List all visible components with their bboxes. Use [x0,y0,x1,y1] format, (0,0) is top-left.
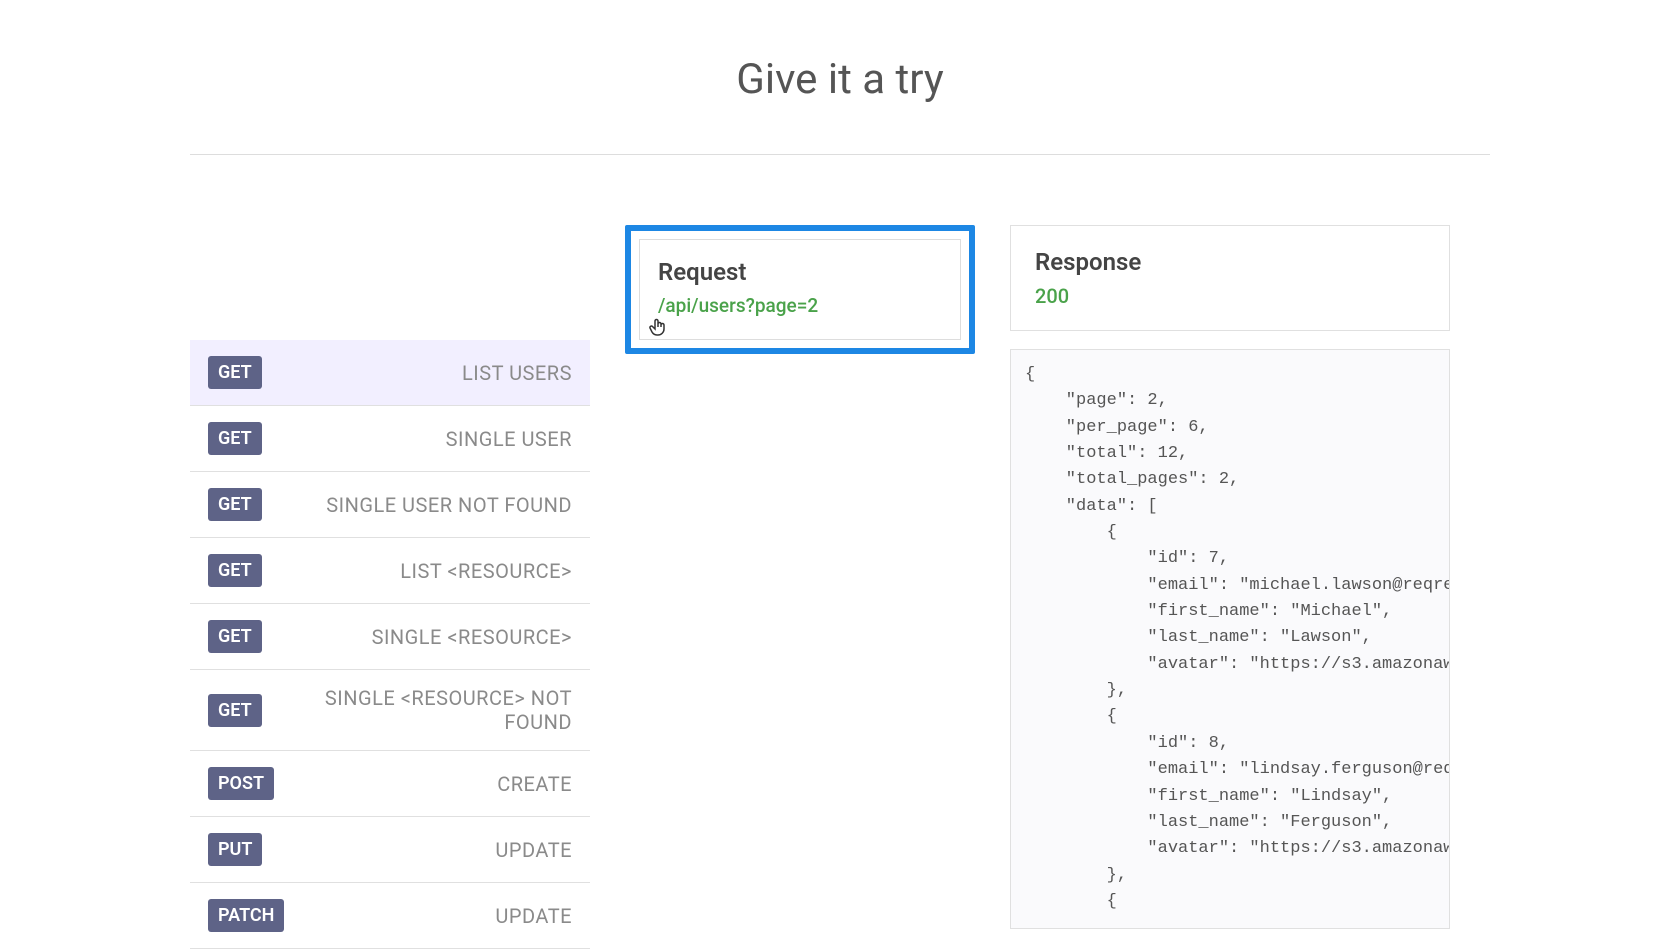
endpoint-label: UPDATE [262,838,572,862]
endpoint-label: SINGLE <RESOURCE> [262,625,572,649]
method-badge: GET [208,356,262,389]
method-badge: PATCH [208,899,284,932]
response-body[interactable]: { "page": 2, "per_page": 6, "total": 12,… [1010,349,1450,929]
endpoint-row-2[interactable]: GETSINGLE USER NOT FOUND [190,472,590,538]
method-badge: GET [208,422,262,455]
endpoint-label: LIST <RESOURCE> [262,559,572,583]
method-badge: GET [208,488,262,521]
endpoint-row-4[interactable]: GETSINGLE <RESOURCE> [190,604,590,670]
response-header: Response 200 [1010,225,1450,331]
endpoints-list: GETLIST USERSGETSINGLE USERGETSINGLE USE… [190,225,590,949]
endpoint-label: UPDATE [284,904,572,928]
request-card[interactable]: Request /api/users?page=2 [625,225,975,354]
endpoint-label: SINGLE USER [262,427,572,451]
endpoint-row-0[interactable]: GETLIST USERS [190,340,590,406]
method-badge: GET [208,554,262,587]
endpoint-label: CREATE [274,772,572,796]
hand-cursor-icon [648,317,668,347]
response-status: 200 [1035,284,1425,308]
endpoint-label: LIST USERS [262,361,572,385]
endpoint-row-5[interactable]: GETSINGLE <RESOURCE> NOT FOUND [190,670,590,751]
endpoint-row-7[interactable]: PUTUPDATE [190,817,590,883]
method-badge: GET [208,694,262,727]
endpoint-label: SINGLE USER NOT FOUND [262,493,572,517]
method-badge: GET [208,620,262,653]
endpoint-row-6[interactable]: POSTCREATE [190,751,590,817]
endpoint-row-3[interactable]: GETLIST <RESOURCE> [190,538,590,604]
response-heading: Response [1035,248,1425,276]
endpoint-label: SINGLE <RESOURCE> NOT FOUND [262,686,572,734]
request-url[interactable]: /api/users?page=2 [658,294,942,317]
page-title: Give it a try [0,0,1680,154]
endpoint-row-8[interactable]: PATCHUPDATE [190,883,590,949]
endpoint-row-1[interactable]: GETSINGLE USER [190,406,590,472]
method-badge: POST [208,767,274,800]
request-heading: Request [658,258,942,286]
method-badge: PUT [208,833,262,866]
divider [190,154,1490,155]
